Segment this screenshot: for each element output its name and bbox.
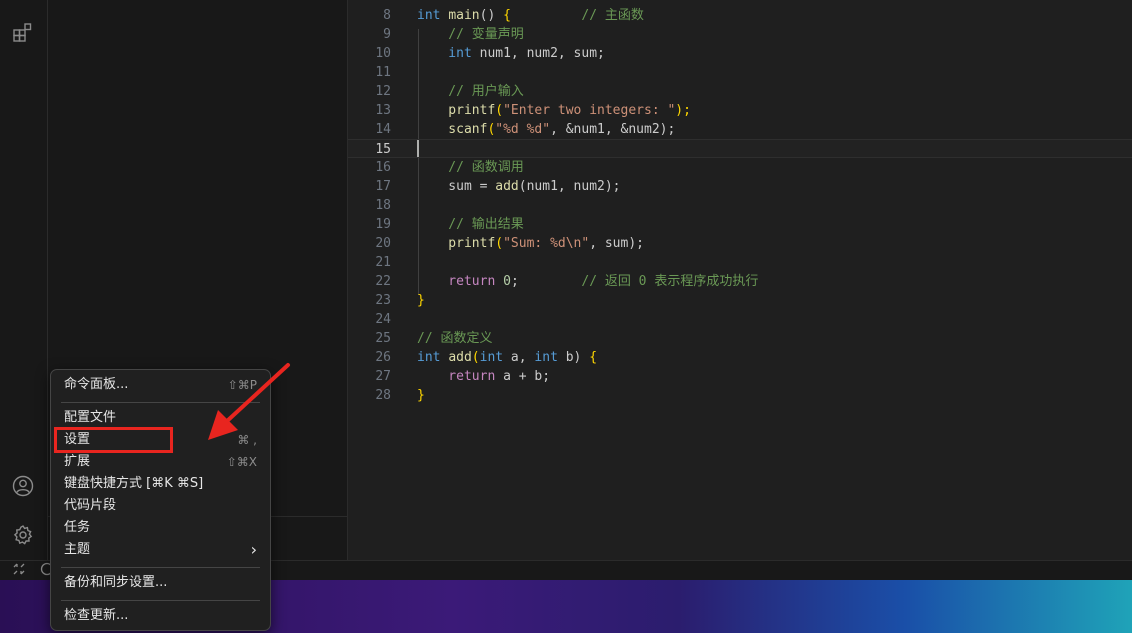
menu-separator — [61, 402, 260, 403]
activity-bar — [0, 0, 48, 560]
line-number: 15 — [375, 142, 391, 157]
code-line[interactable]: 20 printf("Sum: %d\n", sum); — [348, 234, 1132, 253]
code-line[interactable]: 18 — [348, 196, 1132, 215]
line-number: 27 — [375, 369, 391, 384]
menu-item-snippets[interactable]: 代码片段 — [52, 495, 269, 517]
line-number: 19 — [375, 217, 391, 232]
remote-icon[interactable] — [12, 562, 26, 580]
chevron-right-icon: › — [250, 540, 257, 559]
gear-icon[interactable] — [11, 523, 35, 547]
line-number: 21 — [375, 255, 391, 270]
line-number: 25 — [375, 331, 391, 346]
code-line[interactable]: 13 printf("Enter two integers: "); — [348, 101, 1132, 120]
line-number: 16 — [375, 160, 391, 175]
code-line[interactable]: 23 } — [348, 291, 1132, 310]
code-line[interactable]: 11 — [348, 63, 1132, 82]
menu-item-profiles[interactable]: 配置文件 — [52, 407, 269, 429]
menu-separator — [61, 567, 260, 568]
line-number: 18 — [375, 198, 391, 213]
text-cursor — [417, 140, 419, 157]
menu-item-keyboard-shortcuts[interactable]: 键盘快捷方式 [⌘K ⌘S] — [52, 473, 269, 495]
code-line[interactable]: 8 int main() { // 主函数 — [348, 6, 1132, 25]
line-number: 22 — [375, 274, 391, 289]
code-line[interactable]: 16 // 函数调用 — [348, 158, 1132, 177]
code-line[interactable]: 26 int add(int a, int b) { — [348, 348, 1132, 367]
menu-item-check-updates[interactable]: 检查更新... — [52, 605, 269, 627]
menu-item-themes[interactable]: 主题 › — [52, 539, 269, 561]
line-number: 17 — [375, 179, 391, 194]
settings-highlight-box — [54, 427, 173, 453]
line-number: 23 — [375, 293, 391, 308]
extensions-icon[interactable] — [11, 20, 35, 44]
line-number: 12 — [375, 84, 391, 99]
menu-item-extensions[interactable]: 扩展 ⇧⌘X — [52, 451, 269, 473]
menu-item-command-palette[interactable]: 命令面板... ⇧⌘P — [52, 374, 269, 396]
line-number: 10 — [375, 46, 391, 61]
line-number: 9 — [383, 27, 391, 42]
code-line[interactable]: 21 — [348, 253, 1132, 272]
code-line[interactable]: 14 scanf("%d %d", &num1, &num2); — [348, 120, 1132, 139]
code-editor[interactable]: 8 int main() { // 主函数 9 // 变量声明 10 int n… — [348, 0, 1132, 560]
line-number: 20 — [375, 236, 391, 251]
line-number: 26 — [375, 350, 391, 365]
code-line[interactable]: 24 — [348, 310, 1132, 329]
code-line[interactable]: 9 // 变量声明 — [348, 25, 1132, 44]
line-number: 11 — [375, 65, 391, 80]
code-line[interactable]: 22 return 0; // 返回 0 表示程序成功执行 — [348, 272, 1132, 291]
code-line[interactable]: 27 return a + b; — [348, 367, 1132, 386]
manage-context-menu: 命令面板... ⇧⌘P 配置文件 设置 ⌘ , 扩展 ⇧⌘X 键盘快捷方式 [⌘… — [50, 369, 271, 631]
line-number: 28 — [375, 388, 391, 403]
menu-separator — [61, 600, 260, 601]
line-number: 14 — [375, 122, 391, 137]
code-line[interactable]: 12 // 用户输入 — [348, 82, 1132, 101]
account-icon[interactable] — [11, 474, 35, 498]
menu-item-tasks[interactable]: 任务 — [52, 517, 269, 539]
code-line[interactable]: 28 } — [348, 386, 1132, 405]
code-line[interactable]: 10 int num1, num2, sum; — [348, 44, 1132, 63]
menu-item-backup-sync[interactable]: 备份和同步设置... — [52, 572, 269, 594]
line-number: 24 — [375, 312, 391, 327]
line-number: 13 — [375, 103, 391, 118]
code-line[interactable]: 25 // 函数定义 — [348, 329, 1132, 348]
code-line[interactable]: 19 // 输出结果 — [348, 215, 1132, 234]
code-line[interactable]: 17 sum = add(num1, num2); — [348, 177, 1132, 196]
line-number: 8 — [383, 8, 391, 23]
code-line-current[interactable]: 15 — [348, 139, 1132, 158]
